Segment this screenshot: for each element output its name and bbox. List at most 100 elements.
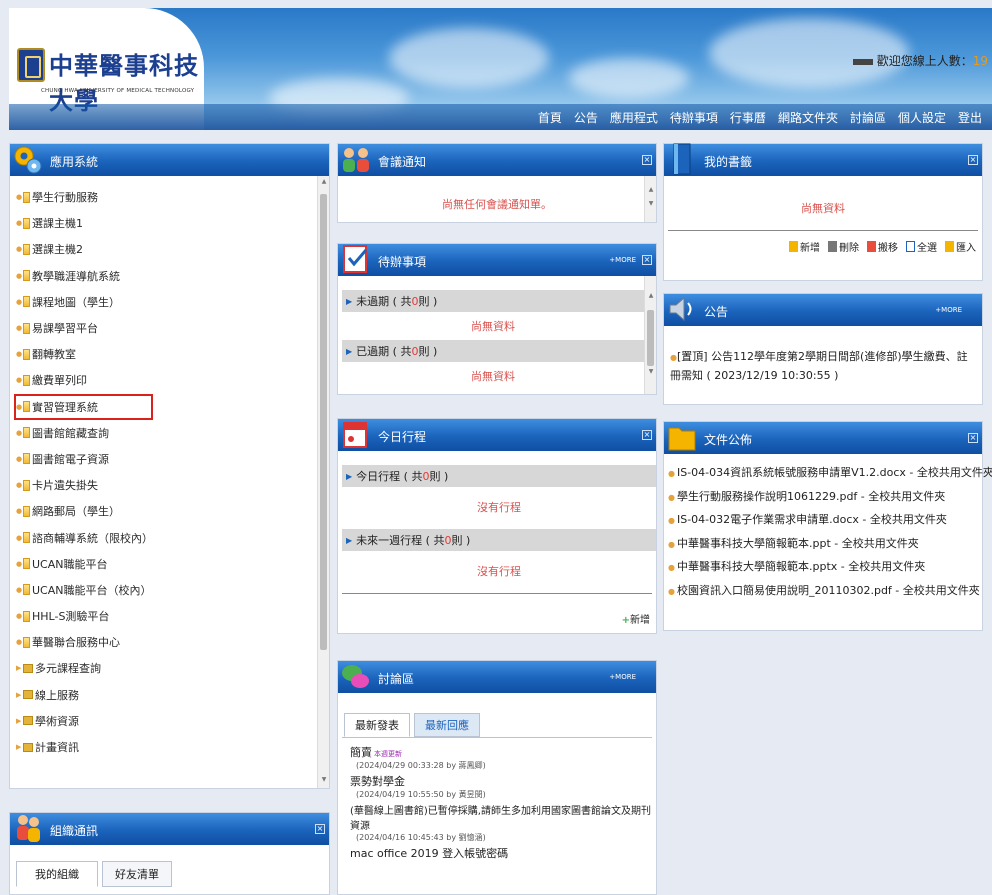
nav-folders[interactable]: 網路文件夾	[778, 109, 838, 126]
school-emblem-icon	[17, 48, 45, 82]
app-item[interactable]: ● HHL-S測驗平台	[16, 603, 153, 629]
gears-icon	[14, 146, 42, 174]
nav-home[interactable]: 首頁	[538, 109, 562, 126]
post-title[interactable]: 簡賣	[350, 746, 372, 759]
doc-item[interactable]: ● 中華醫事科技大學簡報範本.pptx - 全校共用文件夾	[668, 556, 982, 580]
forum-post[interactable]: 票勢對學金 (2024/04/19 10:55:50 by 黃昱閔)	[350, 773, 652, 800]
app-item[interactable]: ● 選課主機2	[16, 236, 153, 262]
news-more-link[interactable]: +MORE	[935, 306, 962, 314]
scroll-down-icon[interactable]: ▼	[645, 368, 657, 378]
add-event-button[interactable]: +新增	[622, 611, 650, 626]
apps-scrollbar[interactable]: ▲ ▼	[317, 176, 329, 788]
app-item[interactable]: ● 華醫聯合服務中心	[16, 629, 153, 655]
forum-post[interactable]: 簡賣 本週更新 (2024/04/29 00:33:28 by 蔣鳳卿)	[350, 744, 652, 771]
app-item[interactable]: ● 課程地圖（學生）	[16, 289, 153, 315]
doc-item[interactable]: ● IS-04-034資訊系統帳號服務申請單V1.2.docx - 全校共用文件夾	[668, 462, 992, 486]
scroll-down-icon[interactable]: ▼	[645, 200, 657, 210]
news-text[interactable]: [置頂] 公告112學年度第2學期日間部(進修部)學生繳費、註冊需知 ( 202…	[670, 350, 968, 382]
tab-latest-posts[interactable]: 最新發表	[344, 713, 410, 737]
scroll-down-icon[interactable]: ▼	[318, 776, 330, 786]
app-item[interactable]: ● 教學職涯導航系統	[16, 263, 153, 289]
app-item[interactable]: ● 翻轉教室	[16, 341, 153, 367]
todo-expired-row[interactable]: ▶ 已過期 ( 共 0 則 )	[342, 340, 644, 362]
nav-calendar[interactable]: 行事曆	[730, 109, 766, 126]
doc-link[interactable]: 中華醫事科技大學簡報範本.ppt - 全校共用文件夾	[677, 537, 919, 550]
app-item[interactable]: ● 繳費單列印	[16, 367, 153, 393]
nav-apps[interactable]: 應用程式	[610, 109, 658, 126]
import-label: 匯入	[956, 243, 976, 254]
week-row[interactable]: ▶ 未來一週行程 ( 共 0 則 )	[342, 529, 656, 551]
close-icon[interactable]: ×	[642, 430, 652, 440]
app-item[interactable]: ● UCAN職能平台	[16, 551, 153, 577]
app-item[interactable]: ● 圖書館館藏查詢	[16, 420, 153, 446]
close-icon[interactable]: ×	[642, 255, 652, 265]
scroll-thumb[interactable]	[320, 194, 327, 650]
nav-todo[interactable]: 待辦事項	[670, 109, 718, 126]
doc-item[interactable]: ● 校園資訊入口簡易使用說明_20110302.pdf - 全校共用文件夾	[668, 580, 982, 604]
bullet-icon: ●	[16, 350, 23, 359]
delete-bookmark-button[interactable]: 刪除	[828, 239, 859, 254]
forum-more-link[interactable]: +MORE	[609, 673, 636, 681]
doc-link[interactable]: 學生行動服務操作說明1061229.pdf - 全校共用文件夾	[677, 490, 945, 503]
app-item[interactable]: ▶ 線上服務	[16, 682, 153, 708]
app-item[interactable]: ● 圖書館電子資源	[16, 446, 153, 472]
forum-post[interactable]: mac office 2019 登入帳號密碼	[350, 845, 652, 861]
bullet-icon: ●	[668, 492, 675, 502]
app-item[interactable]: ● 學生行動服務	[16, 184, 153, 210]
doc-link[interactable]: 校園資訊入口簡易使用說明_20110302.pdf - 全校共用文件夾	[677, 584, 980, 597]
close-icon[interactable]: ×	[968, 155, 978, 165]
app-item[interactable]: ● 實習管理系統	[14, 393, 153, 420]
bullet-icon: ●	[16, 271, 23, 280]
import-button[interactable]: 匯入	[945, 239, 976, 254]
nav-announcements[interactable]: 公告	[574, 109, 598, 126]
file-icon	[23, 558, 30, 570]
scroll-up-icon[interactable]: ▲	[645, 186, 657, 196]
doc-item[interactable]: ● 學生行動服務操作說明1061229.pdf - 全校共用文件夾	[668, 486, 982, 510]
todo-more-link[interactable]: +MORE	[609, 256, 636, 264]
post-title[interactable]: 票勢對學金	[350, 773, 652, 789]
add-bookmark-button[interactable]: 新增	[789, 239, 820, 254]
bookmark-toolbar: 新增 刪除 搬移 全選 匯入	[664, 239, 982, 254]
tab-friends[interactable]: 好友清單	[102, 861, 172, 887]
nav-forum[interactable]: 討論區	[850, 109, 886, 126]
today-row[interactable]: ▶ 今日行程 ( 共 0 則 )	[342, 465, 656, 487]
meeting-scrollbar[interactable]: ▲ ▼	[644, 176, 656, 222]
todo-scrollbar[interactable]: ▲ ▼	[644, 276, 656, 394]
doc-link[interactable]: IS-04-032電子作業需求申請單.docx - 全校共用文件夾	[677, 513, 947, 526]
move-bookmark-button[interactable]: 搬移	[867, 239, 898, 254]
tab-my-groups[interactable]: 我的組織	[16, 861, 98, 887]
post-title[interactable]: mac office 2019 登入帳號密碼	[350, 845, 652, 861]
meeting-header: 會議通知 ×	[338, 144, 656, 176]
tab-latest-replies[interactable]: 最新回應	[414, 713, 480, 737]
news-item[interactable]: ●[置頂] 公告112學年度第2學期日間部(進修部)學生繳費、註冊需知 ( 20…	[664, 326, 982, 385]
forum-post[interactable]: (華醫線上圖書館)已暫停採購,請師生多加利用國家圖書館論文及期刊資源 (2024/…	[350, 802, 652, 843]
todo-unexpired-row[interactable]: ▶ 未過期 ( 共 0 則 )	[342, 290, 644, 312]
nav-logout[interactable]: 登出	[958, 109, 982, 126]
app-item[interactable]: ● 選課主機1	[16, 210, 153, 236]
close-icon[interactable]: ×	[315, 824, 325, 834]
app-label: 選課主機2	[32, 243, 83, 257]
app-item[interactable]: ▶ 多元課程查詢	[16, 655, 153, 681]
post-title[interactable]: (華醫線上圖書館)已暫停採購,請師生多加利用國家圖書館論文及期刊資源	[350, 802, 652, 832]
close-icon[interactable]: ×	[642, 155, 652, 165]
app-item[interactable]: ▶ 計畫資訊	[16, 734, 153, 760]
nav-settings[interactable]: 個人設定	[898, 109, 946, 126]
school-name-en: CHUNG HWA UNIVERSITY OF MEDICAL TECHNOLO…	[41, 88, 195, 94]
doc-link[interactable]: IS-04-034資訊系統帳號服務申請單V1.2.docx - 全校共用文件夾	[677, 466, 992, 479]
select-all-button[interactable]: 全選	[906, 239, 937, 254]
close-icon[interactable]: ×	[968, 433, 978, 443]
app-item[interactable]: ● 卡片遺失掛失	[16, 472, 153, 498]
doc-item[interactable]: ● 中華醫事科技大學簡報範本.ppt - 全校共用文件夾	[668, 533, 982, 557]
scroll-up-icon[interactable]: ▲	[318, 178, 330, 188]
app-item[interactable]: ● 諮商輔導系統（限校內）	[16, 524, 153, 550]
docs-title: 文件公佈	[704, 433, 753, 447]
scroll-up-icon[interactable]: ▲	[645, 292, 657, 302]
app-item[interactable]: ● UCAN職能平台（校內）	[16, 577, 153, 603]
app-item[interactable]: ● 網路郵局（學生）	[16, 498, 153, 524]
doc-link[interactable]: 中華醫事科技大學簡報範本.pptx - 全校共用文件夾	[677, 560, 925, 573]
app-item[interactable]: ▶ 學術資源	[16, 708, 153, 734]
doc-item[interactable]: ● IS-04-032電子作業需求申請單.docx - 全校共用文件夾	[668, 509, 982, 533]
app-item[interactable]: ● 易課學習平台	[16, 315, 153, 341]
add-label: 新增	[630, 615, 650, 626]
scroll-thumb[interactable]	[647, 310, 654, 366]
